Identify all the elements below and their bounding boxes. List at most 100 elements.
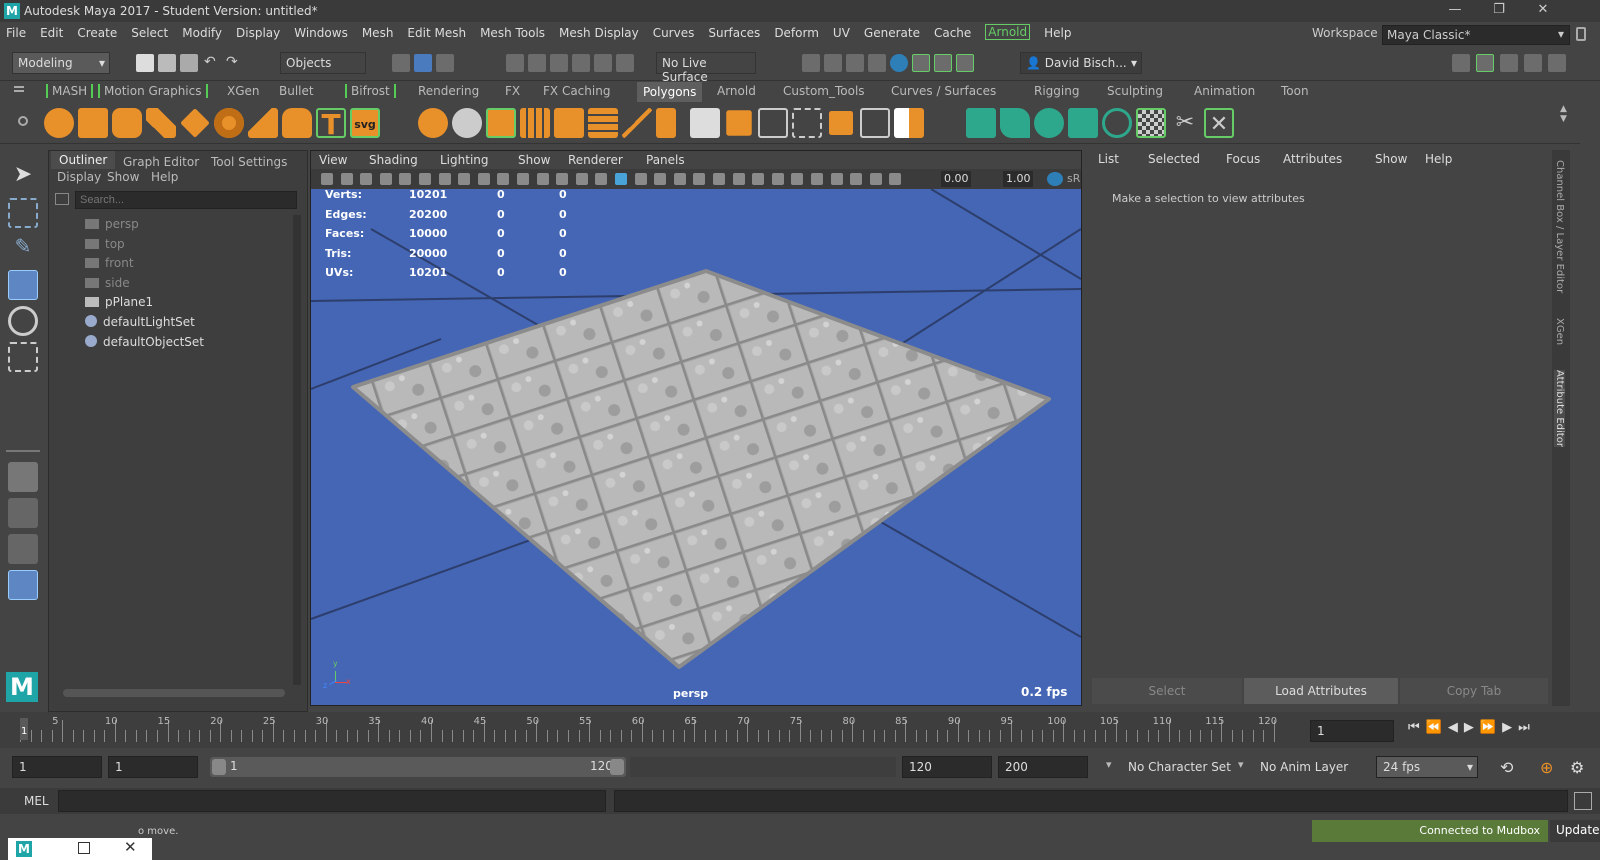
shelf-tab-curves-surfaces[interactable]: Curves / Surfaces [891, 84, 996, 98]
menu-mesh-tools[interactable]: Mesh Tools [480, 26, 545, 40]
close-button[interactable]: ✕ [1528, 2, 1558, 20]
go-to-end-icon[interactable]: ⏭ [1518, 720, 1536, 735]
shelf-tab-motion-graphics[interactable]: Motion Graphics [98, 84, 208, 98]
grease-pencil-icon[interactable] [399, 173, 412, 185]
close-icon[interactable]: ✕ [124, 838, 137, 856]
tab-tool-settings[interactable]: Tool Settings [211, 155, 287, 169]
snap-curve-icon[interactable] [528, 54, 546, 72]
film-gate-icon[interactable] [477, 173, 490, 185]
ipr-render-icon[interactable] [846, 54, 864, 72]
menu-arnold[interactable]: Arnold [985, 24, 1031, 40]
menu-display[interactable]: Display [236, 26, 280, 40]
menu-mesh-display[interactable]: Mesh Display [559, 26, 639, 40]
outliner-item[interactable]: defaultObjectSet [85, 334, 204, 349]
safe-action-icon[interactable] [556, 173, 569, 185]
uv-checker-icon[interactable] [1136, 108, 1166, 138]
attribute-menu-focus[interactable]: Focus [1226, 152, 1260, 166]
go-to-start-icon[interactable]: ⏮ [1408, 720, 1426, 735]
menu-deform[interactable]: Deform [774, 26, 819, 40]
snap-view-plane-icon[interactable] [572, 54, 590, 72]
time-track[interactable]: 5 10 15 20 25 30 35 40 45 50 55 60 65 70 75 80 85 90 95 100… [16, 716, 1302, 742]
menu-create[interactable]: Create [77, 26, 117, 40]
menu-uv[interactable]: UV [833, 26, 850, 40]
shelf-menu-icon[interactable] [14, 86, 24, 88]
arnold-render-view-icon[interactable] [912, 54, 930, 72]
fill-hole-icon[interactable] [690, 108, 720, 138]
poly-pipe-icon[interactable] [282, 108, 312, 138]
scene-view[interactable]: Verts: 10201 0 0 Edges: 20200 0 0 Faces: 10000 0 0 T… [311, 189, 1081, 705]
lasso-tool-icon[interactable] [8, 198, 38, 228]
image-plane-icon[interactable] [379, 173, 392, 185]
attribute-menu-show[interactable]: Show [1375, 152, 1407, 166]
shelf-tab-rigging[interactable]: Rigging [1034, 84, 1079, 98]
wireframe-on-shaded-icon[interactable] [419, 173, 431, 185]
tab-outliner[interactable]: Outliner [51, 151, 116, 169]
update-button[interactable]: Update [1550, 820, 1600, 842]
field-chart-icon[interactable] [536, 173, 549, 185]
snap-live-icon[interactable] [594, 54, 612, 72]
select-tool-icon[interactable]: ➤ [8, 162, 38, 192]
tab-attribute-editor[interactable]: Attribute Editor [1554, 370, 1565, 447]
script-language-toggle[interactable]: MEL [24, 794, 49, 808]
menu-help[interactable]: Help [1044, 26, 1071, 40]
srgb-label[interactable]: sR [1067, 172, 1080, 185]
hypershade-icon[interactable] [890, 54, 908, 72]
render-settings-icon[interactable] [868, 54, 886, 72]
reduce-icon[interactable] [860, 108, 890, 138]
current-time-marker[interactable]: 1 [20, 718, 28, 740]
menu-curves[interactable]: Curves [653, 26, 695, 40]
animation-start-field[interactable]: 1 [12, 756, 102, 778]
menu-windows[interactable]: Windows [294, 26, 348, 40]
wireframe-icon[interactable] [595, 173, 608, 185]
step-back-frame-icon[interactable]: ◀ [1448, 720, 1464, 735]
boolean-icon[interactable] [894, 108, 924, 138]
shelf-tab-polygons[interactable]: Polygons [637, 82, 703, 102]
camera-select-icon[interactable] [321, 173, 333, 185]
attribute-menu-list[interactable]: List [1098, 152, 1119, 166]
depth-of-field-icon[interactable] [771, 173, 784, 185]
camera-attributes-icon[interactable] [340, 173, 353, 185]
backface-culling-icon[interactable] [850, 173, 863, 185]
step-forward-frame-icon[interactable]: ▶ [1502, 720, 1518, 735]
xray-active-icon[interactable] [830, 173, 843, 185]
menu-edit[interactable]: Edit [40, 26, 63, 40]
fps-dropdown[interactable]: 24 fps ▾ [1376, 756, 1478, 778]
target-weld-icon[interactable] [792, 108, 822, 138]
selection-mask-dropdown[interactable]: Objects [280, 52, 366, 74]
poly-plane-icon[interactable] [180, 108, 210, 138]
shelf-tab-xgen[interactable]: XGen [227, 84, 260, 98]
uv-planar-icon[interactable] [966, 108, 996, 138]
gate-mask-icon[interactable] [517, 173, 529, 185]
shelf-tab-bullet[interactable]: Bullet [279, 84, 314, 98]
range-end-handle[interactable] [610, 759, 624, 775]
outliner-vscrollbar[interactable] [293, 215, 301, 685]
resolution-gate-icon[interactable] [497, 173, 510, 185]
extrude-icon[interactable] [554, 108, 584, 138]
modeling-toolkit-icon[interactable] [1452, 54, 1470, 72]
xray-icon[interactable] [438, 173, 451, 185]
human-ik-icon[interactable] [1476, 54, 1494, 72]
paint-select-tool-icon[interactable]: ✎ [8, 234, 38, 264]
rotate-tool-icon[interactable] [8, 306, 38, 336]
color-management-icon[interactable] [1047, 172, 1063, 186]
persp-outliner-layout-icon[interactable] [8, 534, 38, 564]
auto-key-icon[interactable]: ⊕ [1540, 758, 1553, 777]
outliner-item[interactable]: persp [85, 217, 139, 231]
shelf-tab-custom-tools[interactable]: Custom_Tools [783, 84, 865, 98]
outliner-item[interactable]: top [85, 237, 125, 251]
outliner-search-input[interactable] [75, 191, 297, 209]
shelf-settings-icon[interactable] [18, 116, 28, 126]
uv-automatic-icon[interactable] [1068, 108, 1098, 138]
minimized-window[interactable]: M ✕ [8, 838, 152, 860]
isolate-select-icon[interactable] [791, 173, 804, 185]
bevel-icon[interactable] [726, 110, 752, 136]
uv-spherical-icon[interactable] [1034, 108, 1064, 138]
range-start-handle[interactable] [212, 759, 226, 775]
viewport-menu-view[interactable]: View [319, 153, 347, 167]
anim-layer-dropdown[interactable]: No Anim Layer [1260, 760, 1348, 774]
uv-cut-icon[interactable]: ✂ [1170, 108, 1200, 138]
scale-tool-icon[interactable] [8, 342, 38, 372]
combine-icon[interactable] [418, 108, 448, 138]
shelf-scroll-icon[interactable]: ▲ ▼ [1560, 104, 1567, 124]
smooth-shade-icon[interactable] [615, 173, 627, 185]
